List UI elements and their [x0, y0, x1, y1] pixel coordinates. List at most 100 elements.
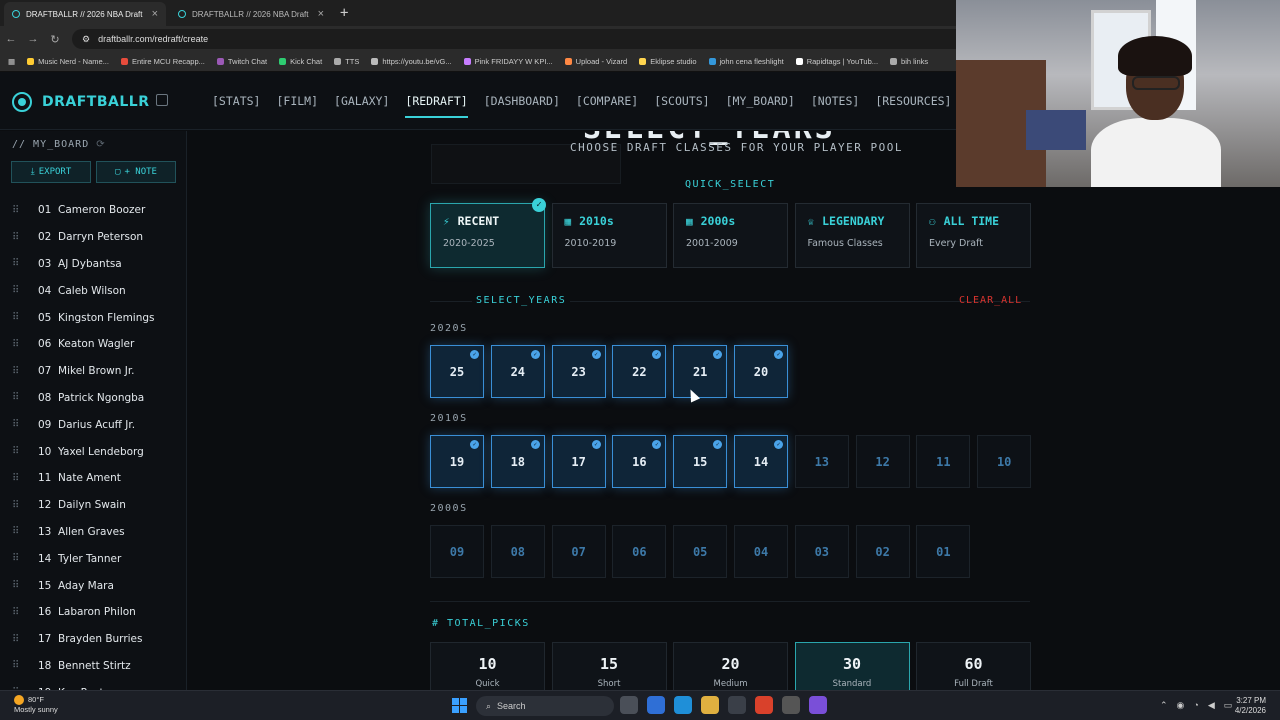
- drag-handle-icon[interactable]: ⠿: [12, 366, 20, 377]
- drag-handle-icon[interactable]: ⠿: [12, 232, 20, 243]
- quick-select-legendary[interactable]: ♕ LEGENDARY Famous Classes: [794, 203, 910, 268]
- player-row[interactable]: ⠿19 Koa Peat: [0, 679, 186, 690]
- drag-handle-icon[interactable]: ⠿: [12, 446, 20, 457]
- close-tab-icon[interactable]: ×: [318, 8, 324, 20]
- nav-item-my-board[interactable]: [MY_BOARD]: [726, 94, 795, 108]
- year-02-button[interactable]: 02: [855, 525, 910, 578]
- settings-icon[interactable]: [782, 696, 800, 714]
- player-row[interactable]: ⠿ 17 Brayden Burries: [0, 626, 186, 653]
- total-picks-15-option[interactable]: 15 Short: [551, 642, 667, 690]
- drag-handle-icon[interactable]: ⠿: [12, 392, 20, 403]
- quick-select-recent[interactable]: ⚡ RECENT 2020-2025 ✓: [430, 198, 546, 268]
- task-view-icon[interactable]: [620, 696, 638, 714]
- nav-item-film[interactable]: [FILM]: [276, 94, 318, 108]
- player-row[interactable]: ⠿ 10 Yaxel Lendeborg: [0, 438, 186, 465]
- drag-handle-icon[interactable]: ⠿: [12, 419, 20, 430]
- file-explorer-icon[interactable]: [701, 696, 719, 714]
- bookmark-item[interactable]: TTS: [334, 57, 359, 66]
- year-12-button[interactable]: 12: [855, 435, 910, 488]
- bookmark-item[interactable]: Eklipse studio: [639, 57, 697, 66]
- forward-icon[interactable]: →: [22, 33, 44, 45]
- player-row[interactable]: ⠿ 14 Tyler Tanner: [0, 545, 186, 572]
- total-picks-20-option[interactable]: 20 Medium: [673, 642, 788, 690]
- player-row[interactable]: ⠿ 13 Allen Graves: [0, 519, 186, 546]
- bookmark-item[interactable]: Music Nerd - Name...: [27, 57, 109, 66]
- browser-tab[interactable]: DRAFTBALLR // 2026 NBA Draft ×: [4, 2, 166, 26]
- year-17-button[interactable]: 17 ✓: [551, 435, 606, 488]
- year-23-button[interactable]: 23 ✓: [551, 345, 606, 398]
- add-note-button[interactable]: ▢ + NOTE: [96, 161, 176, 183]
- year-14-button[interactable]: 14 ✓: [734, 435, 788, 488]
- new-tab-icon[interactable]: +: [340, 5, 348, 21]
- battery-icon[interactable]: ▭: [1224, 700, 1233, 711]
- site-info-icon[interactable]: ⚙: [82, 34, 90, 45]
- nav-item-redraft[interactable]: [REDRAFT]: [405, 94, 469, 118]
- year-21-button[interactable]: 21 ✓: [673, 345, 728, 398]
- nav-item-galaxy[interactable]: [GALAXY]: [334, 94, 389, 108]
- year-25-button[interactable]: 25 ✓: [430, 345, 484, 398]
- bookmark-item[interactable]: Rapidtags | YouTub...: [795, 57, 878, 66]
- wifi-icon[interactable]: ◔: [1193, 700, 1198, 711]
- bookmark-item[interactable]: Twitch Chat: [216, 57, 267, 66]
- player-row[interactable]: ⠿ 06 Keaton Wagler: [0, 331, 186, 358]
- drag-handle-icon[interactable]: ⠿: [12, 526, 20, 537]
- drag-handle-icon[interactable]: ⠿: [12, 205, 20, 216]
- clock[interactable]: 3:27 PM 4/2/2026: [1235, 696, 1266, 716]
- year-19-button[interactable]: 19 ✓: [430, 435, 484, 488]
- windows-start-icon[interactable]: [452, 698, 467, 713]
- year-13-button[interactable]: 13: [794, 435, 849, 488]
- year-18-button[interactable]: 18 ✓: [490, 435, 545, 488]
- total-picks-10-option[interactable]: 10 Quick: [430, 642, 545, 690]
- drag-handle-icon[interactable]: ⠿: [12, 660, 20, 671]
- export-button[interactable]: ⤓ EXPORT: [11, 161, 91, 183]
- player-row[interactable]: ⠿ 15 Aday Mara: [0, 572, 186, 599]
- quick-select-all-time[interactable]: ⚇ ALL TIME Every Draft: [916, 203, 1031, 268]
- total-picks-30-option[interactable]: 30 Standard: [794, 642, 910, 690]
- quick-select-2010s[interactable]: ▦ 2010s 2010-2019: [551, 203, 667, 268]
- logo[interactable]: DRAFTBALLR: [12, 92, 149, 112]
- discord-icon[interactable]: [809, 696, 827, 714]
- year-08-button[interactable]: 08: [490, 525, 545, 578]
- volume-icon[interactable]: ◀: [1208, 700, 1215, 711]
- player-row[interactable]: ⠿ 03 AJ Dybantsa: [0, 251, 186, 278]
- player-row[interactable]: ⠿ 05 Kingston Flemings: [0, 304, 186, 331]
- drag-handle-icon[interactable]: ⠿: [12, 339, 20, 350]
- copilot-icon[interactable]: [647, 696, 665, 714]
- drag-handle-icon[interactable]: ⠿: [12, 634, 20, 645]
- player-row[interactable]: ⠿ 08 Patrick Ngongba: [0, 385, 186, 412]
- player-row[interactable]: ⠿ 04 Caleb Wilson: [0, 277, 186, 304]
- drag-handle-icon[interactable]: ⠿: [12, 580, 20, 591]
- chrome-icon[interactable]: [755, 696, 773, 714]
- year-03-button[interactable]: 03: [794, 525, 849, 578]
- year-04-button[interactable]: 04: [734, 525, 788, 578]
- nav-item-dashboard[interactable]: [DASHBOARD]: [484, 94, 560, 108]
- total-picks-60-option[interactable]: 60 Full Draft: [916, 642, 1031, 690]
- drag-handle-icon[interactable]: ⠿: [12, 473, 20, 484]
- nav-item-scouts[interactable]: [SCOUTS]: [654, 94, 709, 108]
- year-16-button[interactable]: 16 ✓: [612, 435, 667, 488]
- year-06-button[interactable]: 06: [612, 525, 667, 578]
- bookmark-item[interactable]: john cena fleshlight: [708, 57, 784, 66]
- bookmark-item[interactable]: Entire MCU Recapp...: [120, 57, 205, 66]
- year-07-button[interactable]: 07: [551, 525, 606, 578]
- close-tab-icon[interactable]: ×: [152, 8, 158, 20]
- year-24-button[interactable]: 24 ✓: [490, 345, 545, 398]
- weather-widget[interactable]: 80°F Mostly sunny: [14, 695, 58, 715]
- year-15-button[interactable]: 15 ✓: [673, 435, 728, 488]
- drag-handle-icon[interactable]: ⠿: [12, 500, 20, 511]
- drag-handle-icon[interactable]: ⠿: [12, 607, 20, 618]
- nav-item-stats[interactable]: [STATS]: [212, 94, 260, 108]
- clear-all-button[interactable]: CLEAR_ALL: [959, 295, 1022, 306]
- edge-icon[interactable]: [674, 696, 692, 714]
- store-icon[interactable]: [728, 696, 746, 714]
- bookmark-item[interactable]: Pink FRIDAYY W KPI...: [463, 57, 553, 66]
- player-row[interactable]: ⠿ 01 Cameron Boozer: [0, 197, 186, 224]
- sidebar-collapse-icon[interactable]: [156, 94, 168, 106]
- player-row[interactable]: ⠿ 18 Bennett Stirtz: [0, 653, 186, 680]
- nav-item-compare[interactable]: [COMPARE]: [576, 94, 638, 108]
- player-row[interactable]: ⠿ 16 Labaron Philon: [0, 599, 186, 626]
- year-22-button[interactable]: 22 ✓: [612, 345, 667, 398]
- drag-handle-icon[interactable]: ⠿: [12, 285, 20, 296]
- player-row[interactable]: ⠿ 09 Darius Acuff Jr.: [0, 411, 186, 438]
- player-row[interactable]: ⠿ 11 Nate Ament: [0, 465, 186, 492]
